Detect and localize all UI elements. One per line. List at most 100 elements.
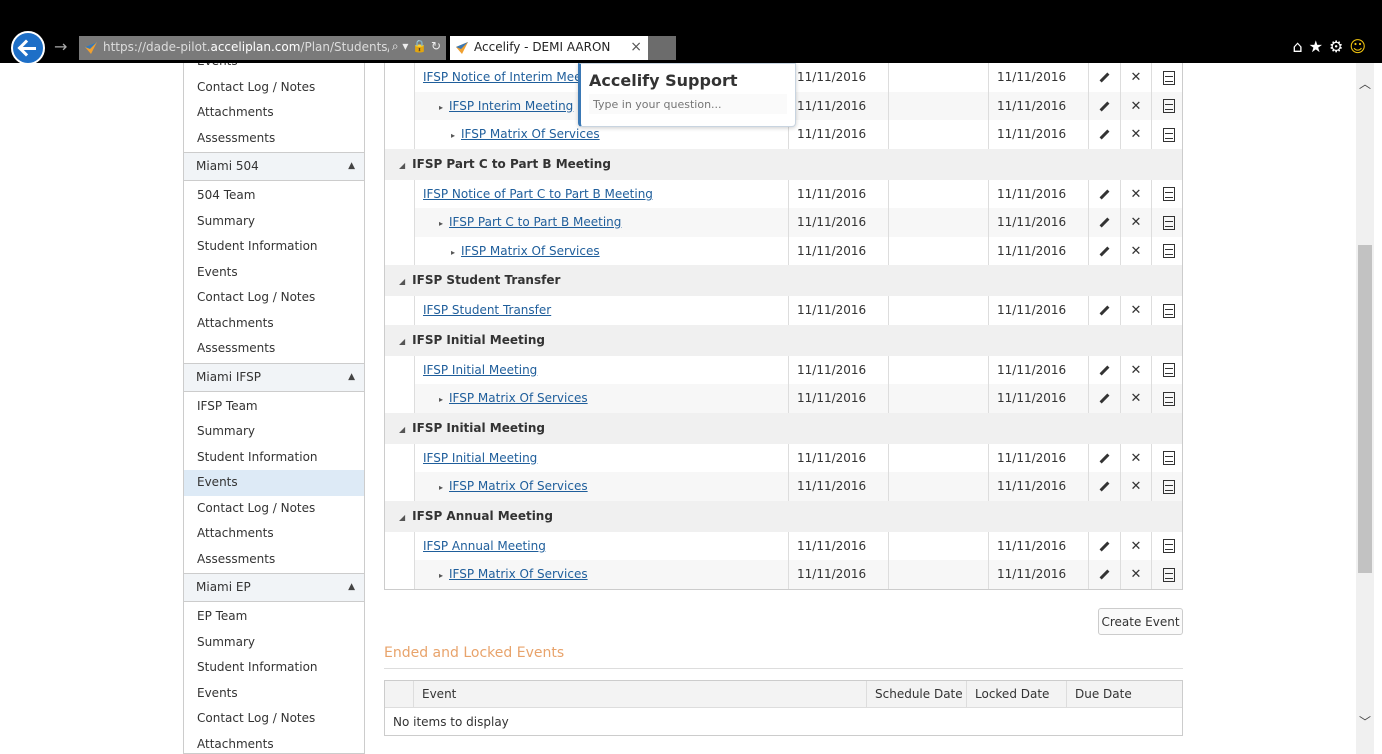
edit-cell[interactable] — [1088, 236, 1120, 265]
delete-x-icon[interactable]: ✕ — [1131, 187, 1142, 202]
pdf-cell[interactable] — [1151, 560, 1185, 589]
delete-x-icon[interactable]: ✕ — [1131, 215, 1142, 230]
delete-x-icon[interactable]: ✕ — [1131, 303, 1142, 318]
new-tab-button[interactable] — [648, 36, 676, 60]
delete-cell[interactable]: ✕ — [1120, 443, 1151, 472]
pdf-document-icon[interactable] — [1162, 127, 1175, 142]
event-link[interactable]: IFSP Part C to Part B Meeting — [449, 215, 621, 229]
edit-cell[interactable] — [1088, 560, 1120, 589]
edit-cell[interactable] — [1088, 472, 1120, 501]
collapse-arrow-icon[interactable]: ▲ — [348, 574, 355, 601]
scroll-thumb[interactable] — [1358, 245, 1372, 573]
pdf-document-icon[interactable] — [1162, 244, 1175, 258]
collapse-arrow-icon[interactable]: ▲ — [348, 364, 355, 391]
support-question-input[interactable] — [589, 94, 787, 114]
pdf-cell[interactable] — [1151, 472, 1185, 501]
sidebar-item-assessments[interactable]: Assessments — [184, 336, 364, 362]
delete-x-icon[interactable]: ✕ — [1131, 244, 1142, 259]
pdf-cell[interactable] — [1151, 443, 1185, 472]
delete-cell[interactable]: ✕ — [1120, 472, 1151, 501]
sidebar-item-assessments[interactable]: Assessments — [184, 547, 364, 573]
edit-pencil-icon[interactable] — [1099, 393, 1110, 404]
home-icon[interactable]: ⌂ — [1292, 37, 1308, 56]
pdf-document-icon[interactable] — [1162, 363, 1175, 377]
collapse-triangle-icon[interactable]: ◢ — [399, 277, 405, 286]
delete-cell[interactable]: ✕ — [1120, 560, 1151, 589]
edit-cell[interactable] — [1088, 531, 1120, 560]
pdf-document-icon[interactable] — [1162, 479, 1175, 494]
event-link[interactable]: IFSP Student Transfer — [423, 303, 551, 317]
favorites-star-icon[interactable]: ★ — [1309, 37, 1329, 56]
edit-pencil-icon[interactable] — [1099, 569, 1110, 580]
sidebar-item-attachments[interactable]: Attachments — [184, 732, 364, 754]
event-group-header[interactable]: ◢ IFSP Initial Meeting — [385, 412, 1182, 444]
delete-x-icon[interactable]: ✕ — [1131, 479, 1142, 494]
edit-pencil-icon[interactable] — [1099, 541, 1110, 551]
pdf-document-icon[interactable] — [1162, 303, 1175, 318]
pdf-cell[interactable] — [1151, 208, 1185, 237]
delete-cell[interactable]: ✕ — [1120, 296, 1151, 325]
event-link[interactable]: IFSP Interim Meeting — [449, 99, 573, 113]
create-event-button[interactable]: Create Event — [1098, 608, 1183, 635]
delete-x-icon[interactable]: ✕ — [1131, 127, 1142, 142]
edit-cell[interactable] — [1088, 91, 1120, 120]
pdf-document-icon[interactable] — [1162, 99, 1175, 113]
sidebar-item-events[interactable]: Events — [184, 681, 364, 707]
event-link[interactable]: IFSP Matrix Of Services — [461, 244, 600, 258]
pdf-document-icon[interactable] — [1162, 187, 1175, 201]
pdf-document-icon[interactable] — [1162, 539, 1175, 553]
feedback-smiley-icon[interactable]: ☺ — [1349, 37, 1372, 56]
edit-pencil-icon[interactable] — [1099, 101, 1110, 111]
collapse-triangle-icon[interactable]: ◢ — [399, 337, 405, 346]
edit-pencil-icon[interactable] — [1099, 129, 1110, 140]
delete-x-icon[interactable]: ✕ — [1131, 70, 1142, 85]
page-scrollbar[interactable]: ︿ ﹀ — [1356, 63, 1374, 754]
delete-cell[interactable]: ✕ — [1120, 384, 1151, 413]
pdf-cell[interactable] — [1151, 236, 1185, 265]
edit-cell[interactable] — [1088, 296, 1120, 325]
pdf-document-icon[interactable] — [1162, 70, 1175, 85]
address-bar[interactable]: https://dade-pilot.acceliplan.com/Plan/S… — [79, 36, 446, 60]
collapse-triangle-icon[interactable]: ◢ — [399, 161, 405, 170]
event-link[interactable]: IFSP Annual Meeting — [423, 539, 546, 553]
scroll-down-icon[interactable]: ﹀ — [1359, 713, 1371, 730]
pdf-cell[interactable] — [1151, 296, 1185, 325]
edit-pencil-icon[interactable] — [1099, 305, 1110, 316]
edit-cell[interactable] — [1088, 443, 1120, 472]
scroll-up-icon[interactable]: ︿ — [1359, 75, 1371, 92]
event-link[interactable]: IFSP Notice of Part C to Part B Meeting — [423, 187, 653, 201]
pdf-document-icon[interactable] — [1162, 567, 1175, 582]
edit-pencil-icon[interactable] — [1099, 481, 1110, 492]
edit-pencil-icon[interactable] — [1099, 72, 1110, 83]
sidebar-item-summary[interactable]: Summary — [184, 630, 364, 656]
back-button[interactable] — [11, 31, 45, 65]
delete-x-icon[interactable]: ✕ — [1131, 99, 1142, 114]
edit-pencil-icon[interactable] — [1099, 365, 1110, 375]
sidebar-item-contact-log[interactable]: Contact Log / Notes — [184, 496, 364, 522]
event-link[interactable]: IFSP Matrix Of Services — [449, 479, 588, 493]
sidebar-item-summary[interactable]: Summary — [184, 209, 364, 235]
edit-pencil-icon[interactable] — [1099, 246, 1110, 256]
sidebar-item-assessments[interactable]: Assessments — [184, 126, 364, 152]
sidebar-group-miami-ifsp[interactable]: Miami IFSP ▲ — [184, 362, 364, 392]
edit-pencil-icon[interactable] — [1099, 453, 1110, 463]
collapse-triangle-icon[interactable]: ◢ — [399, 513, 405, 522]
column-header-locked-date[interactable]: Locked Date — [966, 681, 1066, 708]
pdf-document-icon[interactable] — [1162, 215, 1175, 230]
edit-pencil-icon[interactable] — [1099, 189, 1110, 199]
pdf-cell[interactable] — [1151, 179, 1185, 208]
delete-cell[interactable]: ✕ — [1120, 179, 1151, 208]
sidebar-item-attachments[interactable]: Attachments — [184, 100, 364, 126]
sidebar-group-miami-ep[interactable]: Miami EP ▲ — [184, 573, 364, 602]
collapse-arrow-icon[interactable]: ▲ — [348, 153, 355, 180]
edit-cell[interactable] — [1088, 179, 1120, 208]
pdf-cell[interactable] — [1151, 120, 1185, 149]
event-group-header[interactable]: ◢ IFSP Annual Meeting — [385, 500, 1182, 532]
column-header-schedule-date[interactable]: Schedule Date — [866, 681, 966, 708]
delete-cell[interactable]: ✕ — [1120, 355, 1151, 384]
edit-cell[interactable] — [1088, 355, 1120, 384]
collapse-triangle-icon[interactable]: ◢ — [399, 425, 405, 434]
delete-cell[interactable]: ✕ — [1120, 236, 1151, 265]
pdf-cell[interactable] — [1151, 63, 1185, 92]
event-link[interactable]: IFSP Matrix Of Services — [449, 391, 588, 405]
